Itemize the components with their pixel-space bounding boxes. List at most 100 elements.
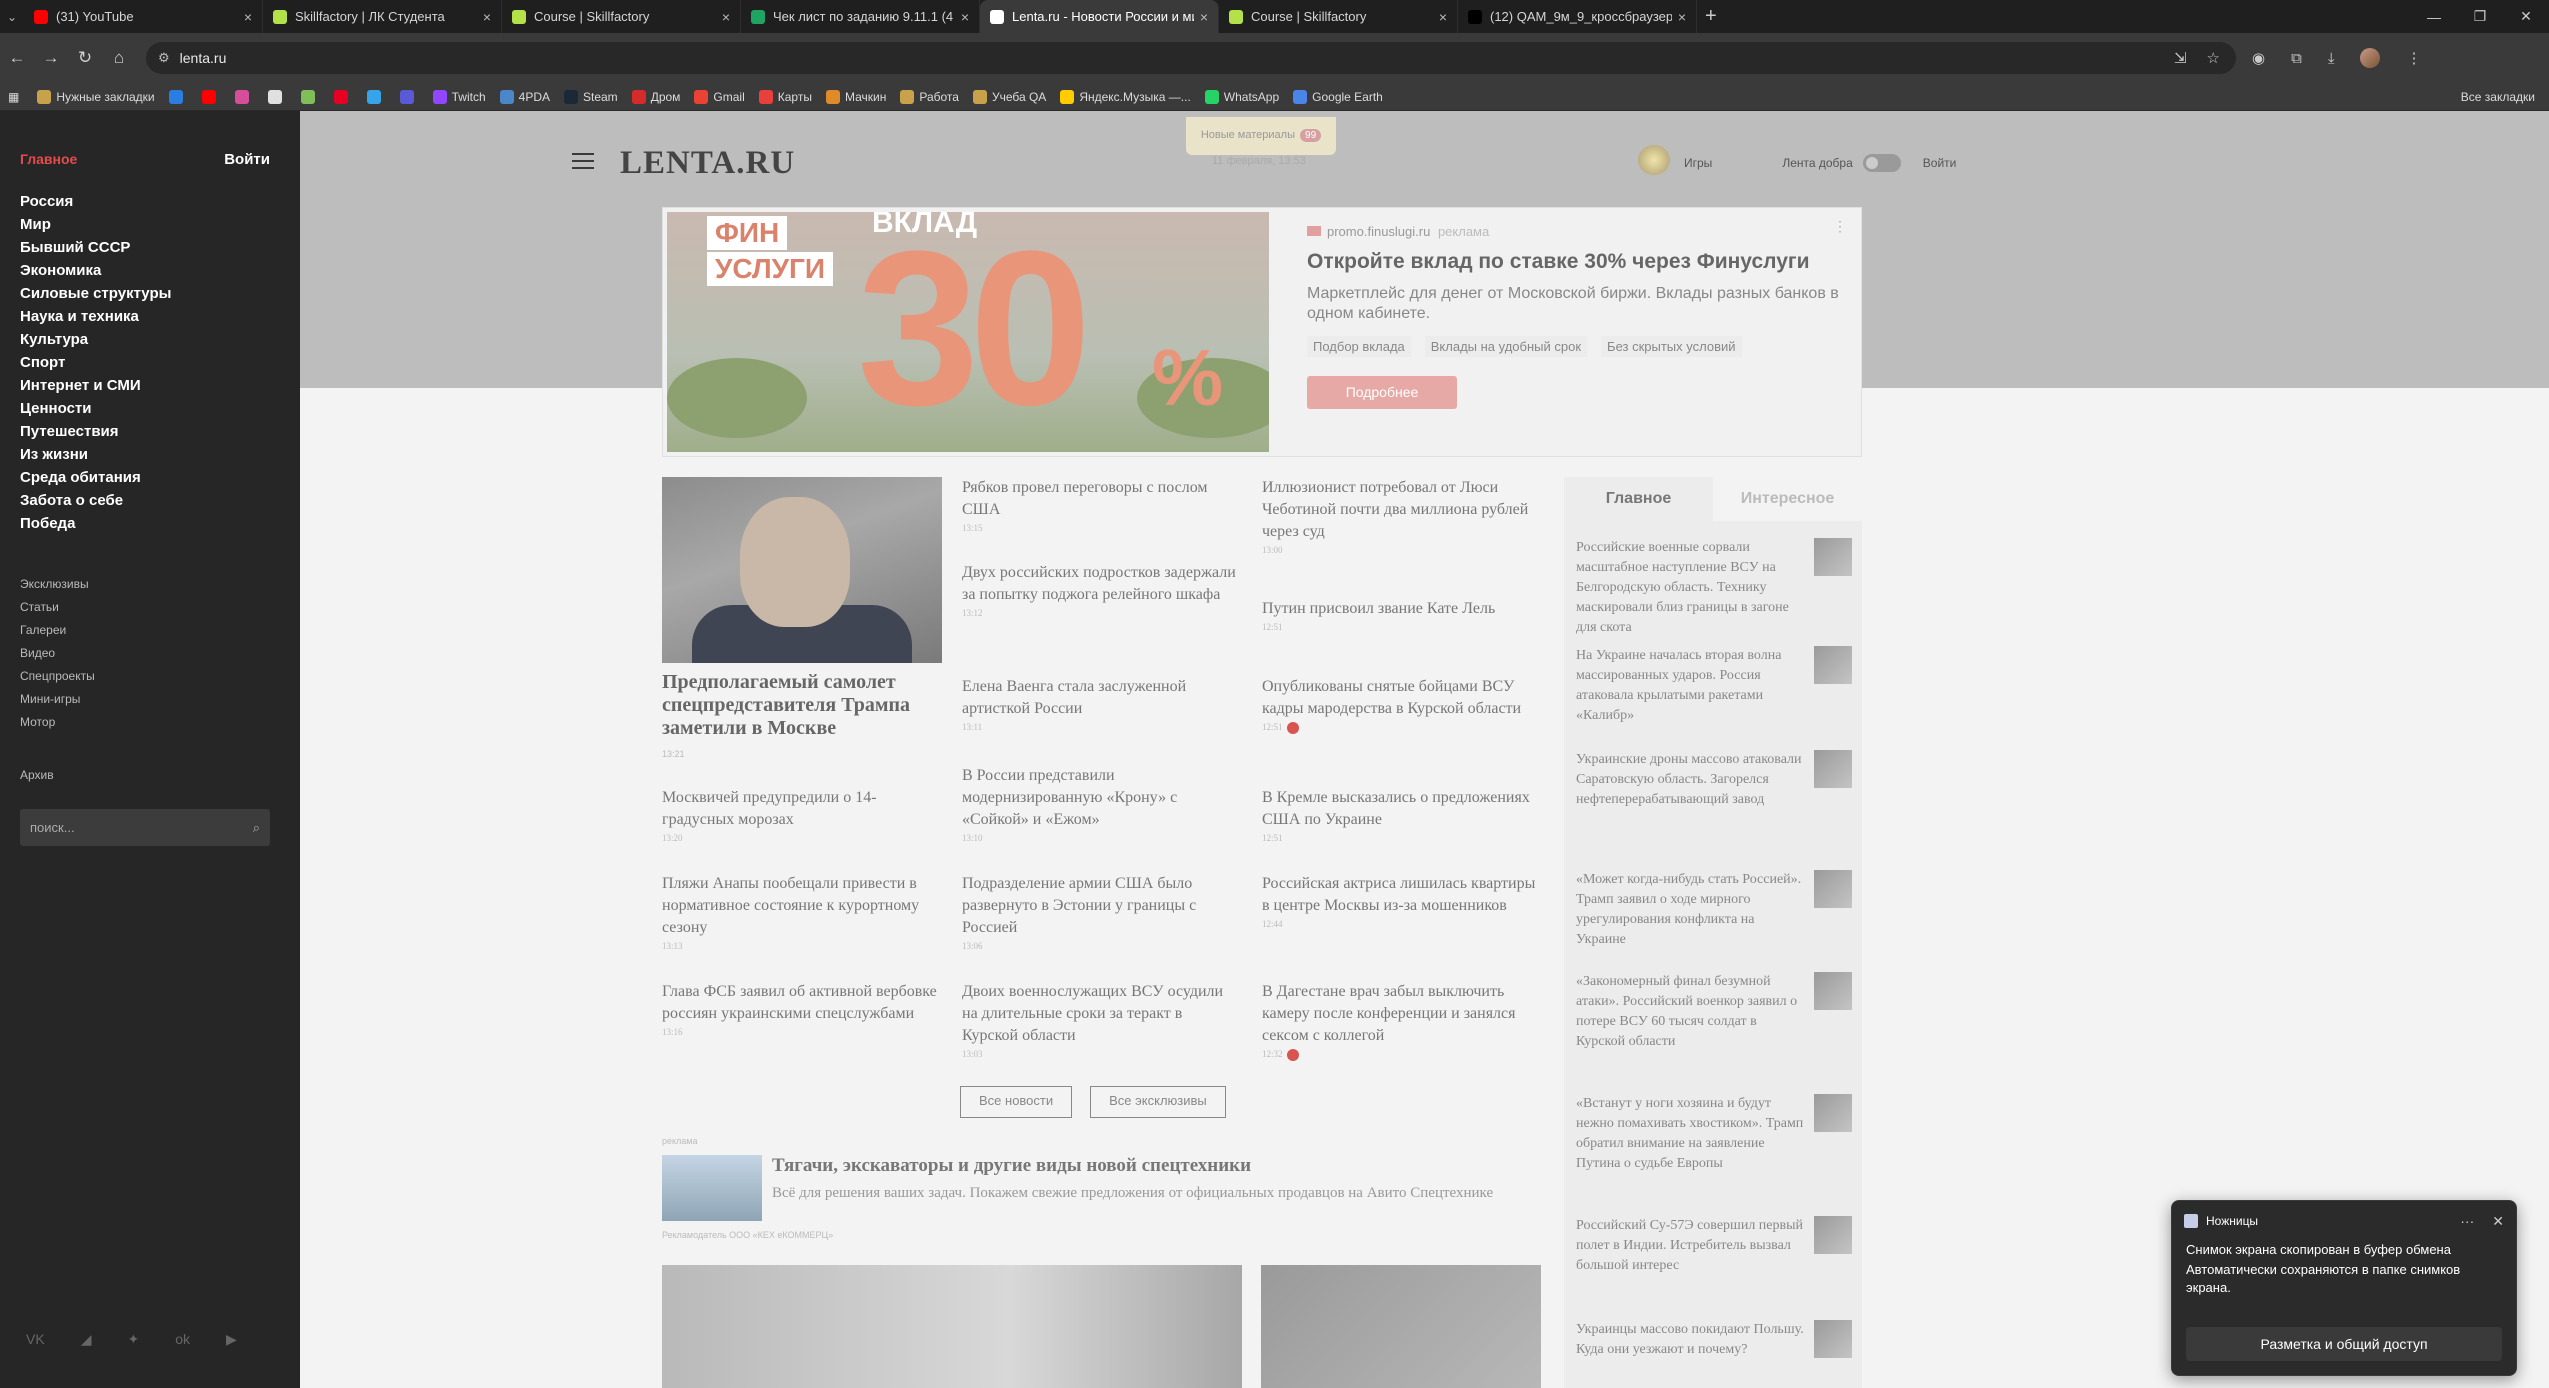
browser-tab[interactable]: Чек лист по заданию 9.11.1 (4 × <box>741 0 980 33</box>
ad-more-button[interactable]: Подробнее <box>1307 376 1457 409</box>
social-icon[interactable]: VK <box>26 1331 45 1348</box>
news-item[interactable]: Глава ФСБ заявил об активной вербовке ро… <box>662 981 942 1037</box>
bookmark-item[interactable]: Google Earth <box>1293 89 1383 104</box>
tab-close-icon[interactable]: × <box>722 9 730 25</box>
good-feed-toggle[interactable] <box>1862 154 1901 172</box>
bookmark-item[interactable] <box>366 89 386 104</box>
right-news-title[interactable]: Российские военные сорвали масштабное на… <box>1576 538 1806 638</box>
right-news-thumbnail[interactable] <box>1814 1216 1852 1254</box>
ad-options-icon[interactable]: ⋮ <box>1833 218 1847 235</box>
news-title[interactable]: В Кремле высказались о предложениях США … <box>1262 787 1542 831</box>
sidebar-section-link[interactable]: Мотор <box>20 711 300 734</box>
ad-banner[interactable]: 30 % ВКЛАД ФИН УСЛУГИ promo.finuslugi.ru… <box>662 207 1862 457</box>
hamburger-menu-icon[interactable] <box>572 153 594 174</box>
right-news-item[interactable]: «Встанут у ноги хозяина и будут нежно по… <box>1576 1094 1852 1174</box>
sidebar-rubric-link[interactable]: Экономика <box>20 259 300 282</box>
sidebar-section-link[interactable]: Мини-игры <box>20 688 300 711</box>
social-icon[interactable]: ◢ <box>81 1331 92 1348</box>
news-title[interactable]: В Дагестане врач забыл выключить камеру … <box>1262 981 1542 1047</box>
right-news-title[interactable]: «Встанут у ноги хозяина и будут нежно по… <box>1576 1094 1806 1174</box>
all-news-button[interactable]: Все новости <box>960 1086 1073 1118</box>
ad-chip[interactable]: Подбор вклада <box>1307 336 1411 357</box>
bookmark-item[interactable]: Gmail <box>694 89 745 104</box>
back-button[interactable]: ← <box>0 48 34 68</box>
promo-image[interactable] <box>662 1155 762 1221</box>
header-login-link[interactable]: Войти <box>1923 156 1957 170</box>
games-link[interactable]: Игры <box>1684 156 1712 170</box>
right-news-title[interactable]: Украинские дроны массово атаковали Сарат… <box>1576 750 1806 810</box>
bookmark-star-icon[interactable]: ☆ <box>2207 49 2220 67</box>
news-item[interactable]: В Кремле высказались о предложениях США … <box>1262 787 1542 843</box>
browser-tab[interactable]: Course | Skillfactory × <box>1219 0 1458 33</box>
sidebar-rubric-link[interactable]: Забота о себе <box>20 489 300 512</box>
social-icon[interactable]: ok <box>175 1331 190 1348</box>
news-title[interactable]: Москвичей предупредили о 14-градусных мо… <box>662 787 942 831</box>
home-button[interactable]: ⌂ <box>102 48 136 68</box>
sidebar-rubric-link[interactable]: Победа <box>20 512 300 535</box>
news-item[interactable]: В России представили модернизированную «… <box>962 765 1242 843</box>
right-news-title[interactable]: Российский Су-57Э совершил первый полет … <box>1576 1216 1806 1276</box>
news-title[interactable]: Путин присвоил звание Кате Лель <box>1262 598 1542 620</box>
sidebar-rubric-link[interactable]: Среда обитания <box>20 466 300 489</box>
news-item[interactable]: В Дагестане врач забыл выключить камеру … <box>1262 981 1542 1061</box>
extensions-puzzle-icon[interactable]: ⧉ <box>2291 50 2302 67</box>
sidebar-section-link[interactable]: Спецпроекты <box>20 665 300 688</box>
sidebar-main-link[interactable]: Главное <box>20 151 77 168</box>
tab-close-icon[interactable]: × <box>961 9 969 25</box>
tab-close-icon[interactable]: × <box>1439 9 1447 25</box>
browser-tab[interactable]: Lenta.ru - Новости России и ми × <box>980 0 1219 33</box>
forward-button[interactable]: → <box>34 48 68 68</box>
sidebar-section-link[interactable]: Галереи <box>20 619 300 642</box>
right-news-thumbnail[interactable] <box>1814 870 1852 908</box>
news-title[interactable]: Двоих военнослужащих ВСУ осудили на длит… <box>962 981 1242 1047</box>
bookmark-item[interactable]: Учеба QA <box>972 89 1046 104</box>
bookmark-item[interactable] <box>201 89 221 104</box>
bookmark-item[interactable]: Steam <box>564 89 618 104</box>
news-item[interactable]: Иллюзионист потребовал от Люси Чеботиной… <box>1262 477 1542 555</box>
sidebar-rubric-link[interactable]: Путешествия <box>20 420 300 443</box>
bottom-news-image-2[interactable] <box>1261 1265 1541 1388</box>
tab-interesting[interactable]: Интересное <box>1713 477 1862 521</box>
right-news-title[interactable]: «Закономерный финал безумной атаки». Рос… <box>1576 972 1806 1052</box>
news-title[interactable]: Иллюзионист потребовал от Люси Чеботиной… <box>1262 477 1542 543</box>
sidebar-rubric-link[interactable]: Мир <box>20 213 300 236</box>
news-title[interactable]: Двух российских подростков задержали за … <box>962 562 1242 606</box>
right-news-title[interactable]: Украинцы массово покидают Польшу. Куда о… <box>1576 1320 1806 1360</box>
sidebar-rubric-link[interactable]: Интернет и СМИ <box>20 374 300 397</box>
tab-close-icon[interactable]: × <box>483 9 491 25</box>
ad-source[interactable]: promo.finuslugi.ru реклама <box>1307 224 1489 239</box>
news-item[interactable]: Путин присвоил звание Кате Лель 12:51 <box>1262 598 1542 632</box>
sidebar-rubric-link[interactable]: Бывший СССР <box>20 236 300 259</box>
tab-search-icon[interactable]: ⌄ <box>0 10 24 24</box>
bookmark-item[interactable] <box>168 89 188 104</box>
bookmark-item[interactable] <box>399 89 419 104</box>
ad-title[interactable]: Откройте вклад по ставке 30% через Финус… <box>1307 250 1810 274</box>
extension-icon[interactable]: ◉ <box>2252 49 2265 67</box>
bookmark-item[interactable]: Работа <box>900 89 959 104</box>
url-input[interactable]: ⚙ lenta.ru ⇲ ☆ <box>146 42 2236 74</box>
news-item[interactable]: Российская актриса лишилась квартиры в ц… <box>1262 873 1542 929</box>
news-item[interactable]: Двоих военнослужащих ВСУ осудили на длит… <box>962 981 1242 1059</box>
sidebar-rubric-link[interactable]: Ценности <box>20 397 300 420</box>
site-info-icon[interactable]: ⚙ <box>158 50 170 66</box>
all-exclusives-button[interactable]: Все эксклюзивы <box>1090 1086 1226 1118</box>
browser-tab[interactable]: (31) YouTube × <box>24 0 263 33</box>
bookmark-item[interactable]: 4PDA <box>499 89 550 104</box>
ad-chip[interactable]: Вклады на удобный срок <box>1424 336 1588 357</box>
bookmark-item[interactable] <box>234 89 254 104</box>
sidebar-rubric-link[interactable]: Из жизни <box>20 443 300 466</box>
bookmark-item[interactable]: WhatsApp <box>1204 89 1279 104</box>
bookmark-item[interactable]: Карты <box>758 89 812 104</box>
reload-button[interactable]: ↻ <box>68 48 102 68</box>
bookmark-item[interactable] <box>267 89 287 104</box>
sidebar-search-input[interactable]: поиск... ⌕ <box>20 809 270 846</box>
right-news-item[interactable]: Украинские дроны массово атаковали Сарат… <box>1576 750 1852 810</box>
bookmark-item[interactable] <box>333 89 353 104</box>
news-item[interactable]: Рябков провел переговоры с послом США 13:… <box>962 477 1242 533</box>
news-title[interactable]: Опубликованы снятые бойцами ВСУ кадры ма… <box>1262 676 1542 720</box>
ad-image[interactable]: 30 % ВКЛАД ФИН УСЛУГИ <box>667 212 1269 452</box>
tab-main[interactable]: Главное <box>1564 477 1713 521</box>
news-title[interactable]: Подразделение армии США было развернуто … <box>962 873 1242 939</box>
profile-avatar[interactable] <box>2360 48 2381 68</box>
new-tab-button[interactable]: + <box>1705 5 1717 28</box>
